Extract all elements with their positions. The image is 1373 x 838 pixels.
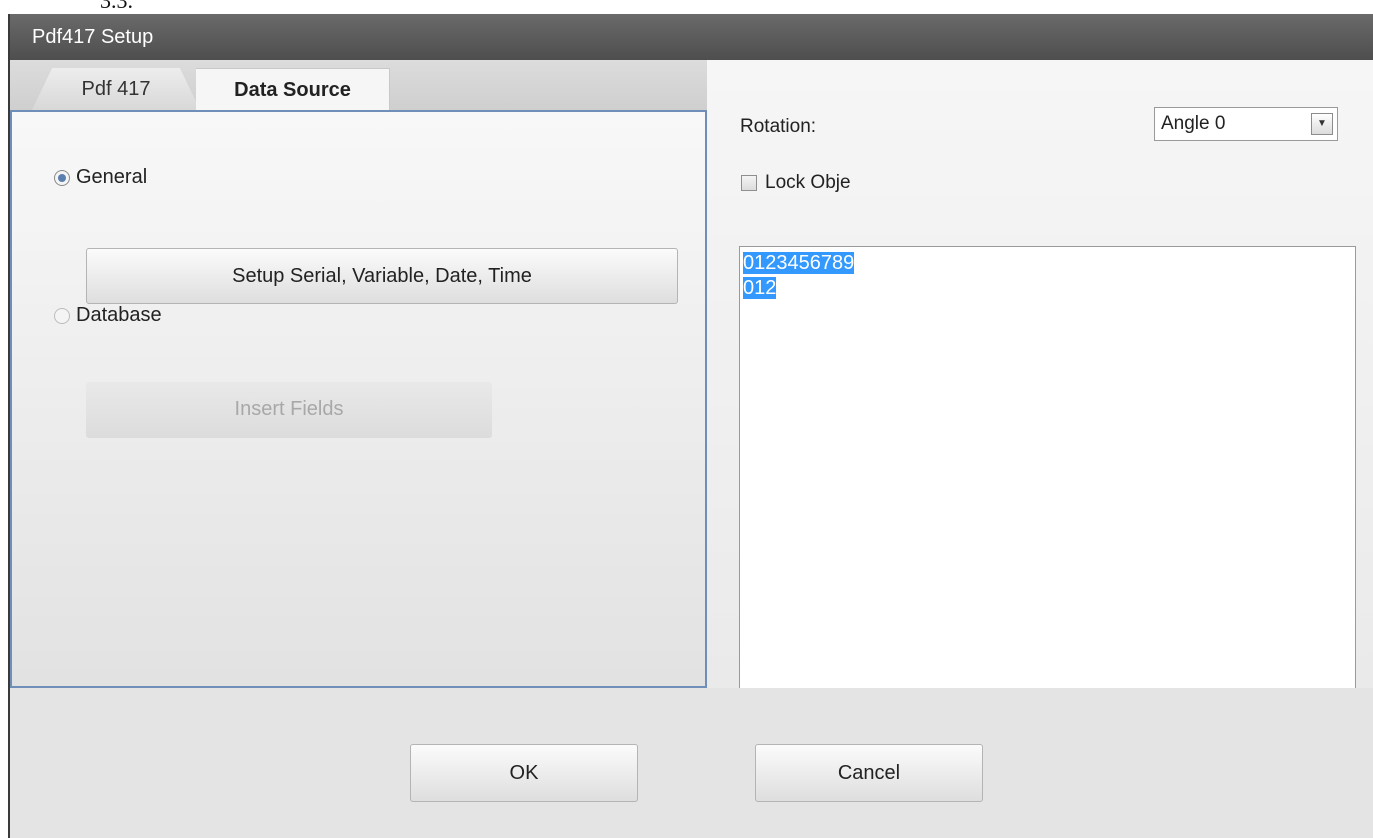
data-line-1: 0123456789 <box>743 252 855 274</box>
tab-pdf-417[interactable]: Pdf 417 <box>32 68 200 110</box>
database-radio-label: Database <box>76 304 162 326</box>
database-radio-option[interactable]: Database <box>54 304 162 327</box>
general-radio[interactable] <box>54 169 70 186</box>
page-fragment-text: 3.3. <box>100 0 133 13</box>
cancel-button[interactable]: Cancel <box>755 744 983 802</box>
barcode-data-textarea[interactable]: 0123456789 012 <box>739 246 1356 702</box>
general-radio-label: General <box>76 166 148 188</box>
dialog-footer: OK Cancel <box>10 688 1373 838</box>
pdf417-setup-dialog: Pdf417 Setup Pdf 417 Data Source General… <box>8 14 1373 838</box>
right-pane: Rotation: Angle 0 ▼ Lock Obje 0123456789… <box>707 60 1373 702</box>
data-line-2: 012 <box>743 277 777 299</box>
rotation-label: Rotation: <box>740 116 817 137</box>
lock-object-option[interactable]: Lock Obje <box>741 172 851 194</box>
rotation-select[interactable]: Angle 0 ▼ <box>1154 107 1338 141</box>
insert-fields-button[interactable]: Insert Fields <box>86 382 492 438</box>
tab-strip: Pdf 417 Data Source <box>10 60 707 110</box>
ok-button[interactable]: OK <box>410 744 638 802</box>
data-source-panel: General Setup Serial, Variable, Date, Ti… <box>10 110 707 688</box>
lock-object-checkbox[interactable] <box>741 175 757 191</box>
tab-data-source[interactable]: Data Source <box>196 68 390 110</box>
database-radio[interactable] <box>54 307 70 324</box>
window-title: Pdf417 Setup <box>10 14 1373 60</box>
setup-serial-variable-date-time-button[interactable]: Setup Serial, Variable, Date, Time <box>86 248 678 304</box>
lock-object-label: Lock Obje <box>765 172 851 193</box>
chevron-down-icon[interactable]: ▼ <box>1311 113 1333 135</box>
general-radio-option[interactable]: General <box>54 166 147 189</box>
rotation-select-value: Angle 0 <box>1161 113 1226 134</box>
left-pane: Pdf 417 Data Source General Setup Serial… <box>10 60 707 688</box>
